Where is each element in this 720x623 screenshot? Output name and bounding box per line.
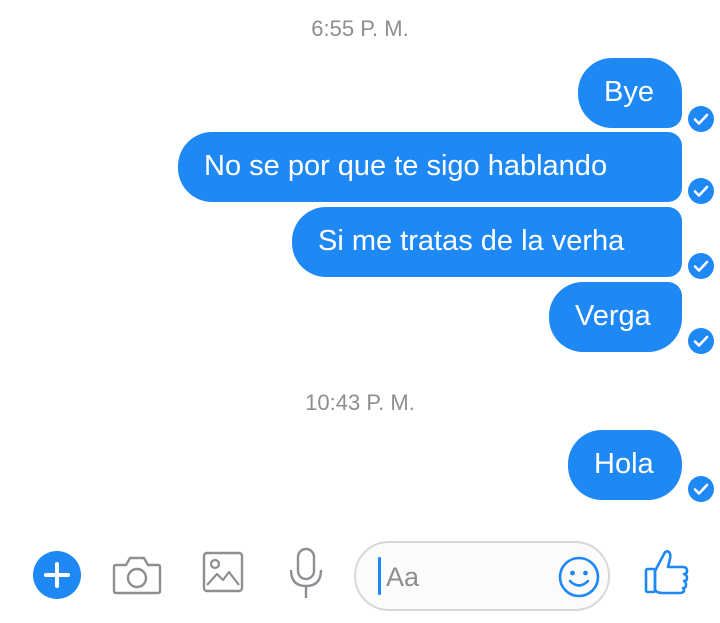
camera-icon[interactable] <box>112 553 162 602</box>
microphone-icon[interactable] <box>286 546 326 607</box>
text-caret <box>378 557 381 595</box>
message-bubble[interactable]: No se por que te sigo hablando <box>178 132 682 202</box>
sent-check-icon <box>688 253 714 279</box>
input-placeholder: Aa <box>386 562 420 592</box>
message-bubble[interactable]: Si me tratas de la verha <box>292 207 682 277</box>
gallery-icon[interactable] <box>201 550 245 599</box>
timestamp: 10:43 P. M. <box>305 390 415 415</box>
emoji-icon[interactable] <box>558 556 600 603</box>
sent-check-icon <box>688 476 714 502</box>
message-input[interactable]: Aa <box>354 541 610 611</box>
message-bubble[interactable]: Hola <box>568 430 682 500</box>
message-bubble[interactable]: Verga <box>549 282 682 352</box>
plus-icon[interactable] <box>31 549 83 606</box>
sent-check-icon <box>688 328 714 354</box>
timestamp: 6:55 P. M. <box>311 16 409 41</box>
sent-check-icon <box>688 178 714 204</box>
message-bubble[interactable]: Bye <box>578 58 682 128</box>
thumbs-up-icon[interactable] <box>643 548 691 601</box>
sent-check-icon <box>688 106 714 132</box>
